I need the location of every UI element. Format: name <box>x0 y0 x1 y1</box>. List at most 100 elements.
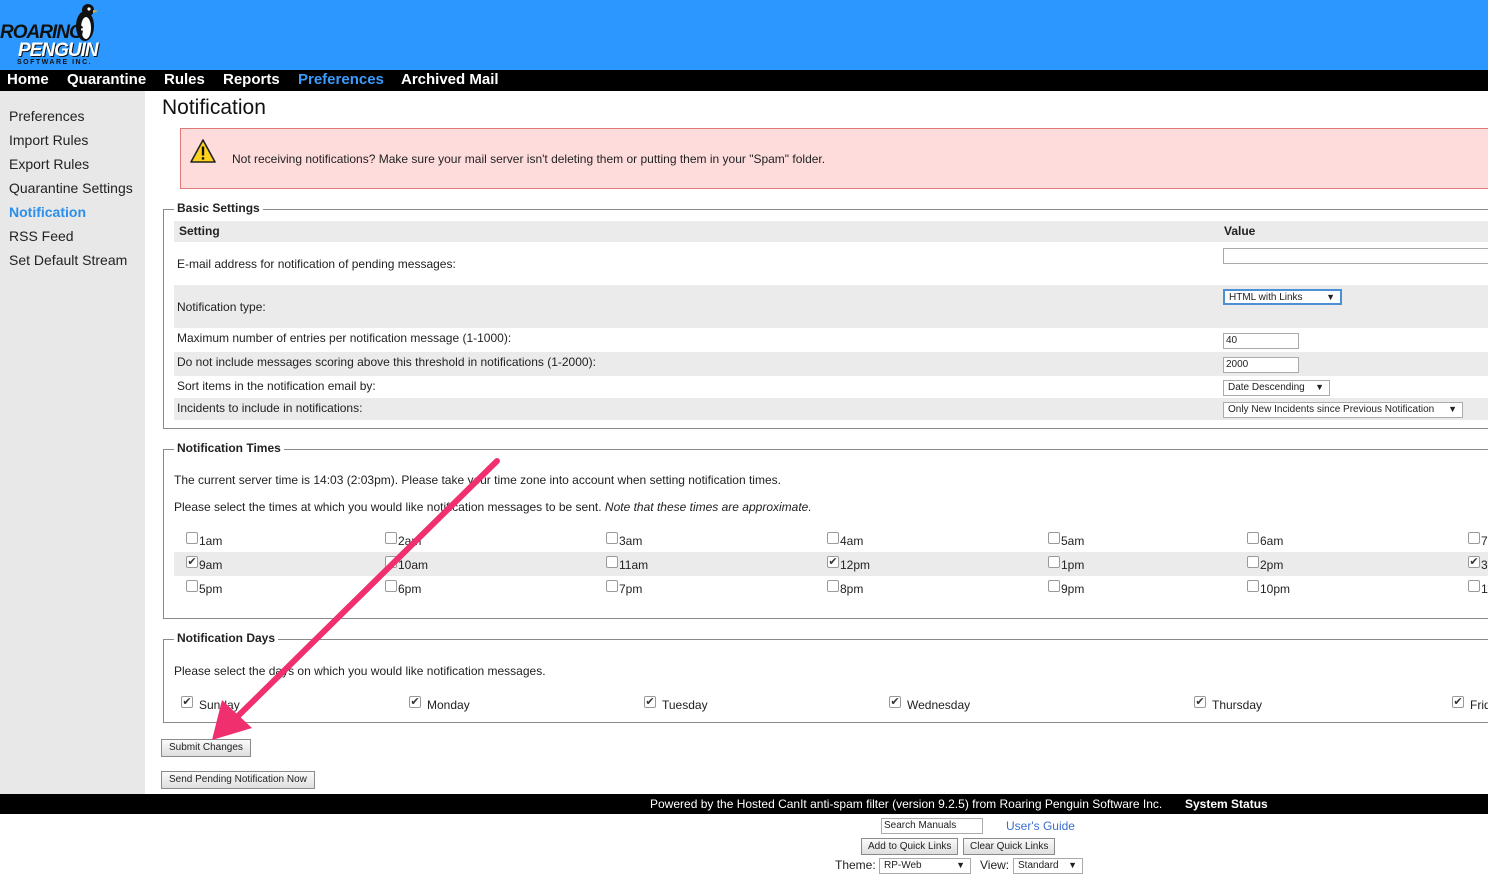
time-checkbox-label: 5am <box>1061 534 1085 548</box>
setting-row-email: E-mail address for notification of pendi… <box>174 242 1488 285</box>
sidebar-item-rss-feed[interactable]: RSS Feed <box>9 228 74 244</box>
send-pending-notification-button[interactable]: Send Pending Notification Now <box>161 771 315 789</box>
times-instruction-note: Note that these times are approximate. <box>604 500 812 514</box>
nav-reports[interactable]: Reports <box>223 71 280 88</box>
time-checkbox[interactable] <box>1247 532 1259 544</box>
time-checkbox[interactable] <box>1468 532 1480 544</box>
time-checkbox[interactable] <box>1048 580 1060 592</box>
time-checkbox-label: 9pm <box>1061 582 1085 596</box>
view-select[interactable]: Standard ▼ <box>1013 858 1083 874</box>
time-checkbox[interactable]: ✔ <box>186 556 198 568</box>
nav-home[interactable]: Home <box>7 71 49 88</box>
day-checkbox[interactable]: ✔ <box>889 696 901 708</box>
notification-days-fieldset: Notification Days Please select the days… <box>163 631 1488 723</box>
day-checkbox[interactable]: ✔ <box>181 696 193 708</box>
clear-quick-links-button[interactable]: Clear Quick Links <box>963 838 1056 855</box>
time-checkbox[interactable] <box>186 580 198 592</box>
system-status-link[interactable]: System Status <box>1185 797 1268 811</box>
time-checkbox-label: 8pm <box>840 582 864 596</box>
notification-days-legend: Notification Days <box>174 631 279 645</box>
notification-type-value: HTML with Links <box>1229 292 1303 303</box>
time-checkbox-label: 4am <box>840 534 864 548</box>
time-checkbox[interactable] <box>827 580 839 592</box>
theme-label: Theme: <box>835 858 876 872</box>
time-checkbox[interactable] <box>385 580 397 592</box>
view-label: View: <box>980 858 1010 872</box>
search-manuals-input[interactable]: Search Manuals <box>881 818 983 834</box>
column-header-value: Value <box>1224 224 1256 238</box>
time-checkbox-label: 11pm <box>1481 582 1488 596</box>
day-checkbox[interactable]: ✔ <box>1194 696 1206 708</box>
incidents-select[interactable]: Only New Incidents since Previous Notifi… <box>1223 402 1463 418</box>
sidebar-item-set-default-stream[interactable]: Set Default Stream <box>9 252 127 268</box>
sidebar: Preferences Import Rules Export Rules Qu… <box>0 91 145 794</box>
day-checkbox-label: Wednesday <box>907 698 971 712</box>
time-checkbox[interactable] <box>1048 556 1060 568</box>
setting-row-incidents: Incidents to include in notifications: O… <box>174 398 1488 420</box>
time-checkbox-label: 7am <box>1481 534 1488 548</box>
time-checkbox-label: 2am <box>398 534 422 548</box>
setting-row-sort: Sort items in the notification email by:… <box>174 376 1488 398</box>
dropdown-arrow-icon: ▼ <box>956 860 965 870</box>
email-label: E-mail address for notification of pendi… <box>177 257 456 271</box>
dropdown-arrow-icon: ▼ <box>1448 404 1457 414</box>
column-header-setting: Setting <box>179 224 220 238</box>
time-checkbox[interactable] <box>385 532 397 544</box>
setting-row-max-entries: Maximum number of entries per notificati… <box>174 328 1488 352</box>
nav-preferences[interactable]: Preferences <box>298 71 384 88</box>
day-checkbox-label: Monday <box>427 698 470 712</box>
sort-label: Sort items in the notification email by: <box>177 379 376 393</box>
day-checkbox-label: Thursday <box>1212 698 1263 712</box>
day-checkbox[interactable]: ✔ <box>409 696 421 708</box>
time-checkbox[interactable] <box>1468 580 1480 592</box>
notification-times-legend: Notification Times <box>174 441 284 455</box>
sidebar-item-export-rules[interactable]: Export Rules <box>9 156 89 172</box>
time-checkbox[interactable] <box>827 532 839 544</box>
time-checkbox[interactable] <box>606 532 618 544</box>
top-navigation: Home Quarantine Rules Reports Preference… <box>0 70 1488 91</box>
basic-settings-legend: Basic Settings <box>174 201 263 215</box>
sort-select[interactable]: Date Descending ▼ <box>1223 380 1330 396</box>
notification-type-select[interactable]: HTML with Links ▼ <box>1223 289 1342 305</box>
company-logo[interactable]: ROARING PENGUIN SOFTWARE INC. <box>0 2 110 68</box>
warning-message: Not receiving notifications? Make sure y… <box>232 152 826 166</box>
time-checkbox[interactable] <box>1247 556 1259 568</box>
server-time-text: The current server time is 14:03 (2:03pm… <box>174 473 781 487</box>
time-checkbox[interactable] <box>186 532 198 544</box>
time-checkbox-label: 3am <box>619 534 643 548</box>
sort-value: Date Descending <box>1228 382 1305 393</box>
sidebar-item-quarantine-settings[interactable]: Quarantine Settings <box>9 180 133 196</box>
times-instruction: Please select the times at which you wou… <box>174 500 812 514</box>
threshold-input[interactable]: 2000 <box>1223 357 1299 373</box>
theme-select[interactable]: RP-Web ▼ <box>879 858 971 874</box>
nav-rules[interactable]: Rules <box>164 71 205 88</box>
threshold-label: Do not include messages scoring above th… <box>177 355 596 369</box>
day-checkbox[interactable]: ✔ <box>1452 696 1464 708</box>
incidents-label: Incidents to include in notifications: <box>177 401 363 415</box>
max-entries-input[interactable]: 40 <box>1223 333 1299 349</box>
sidebar-item-preferences[interactable]: Preferences <box>9 108 84 124</box>
nav-quarantine[interactable]: Quarantine <box>67 71 146 88</box>
time-checkbox-label: 3pm <box>1481 558 1488 572</box>
basic-settings-fieldset: Basic Settings Setting Value E-mail addr… <box>163 201 1488 429</box>
nav-archived-mail[interactable]: Archived Mail <box>401 71 499 88</box>
submit-changes-button[interactable]: Submit Changes <box>161 739 251 757</box>
header-banner: ROARING PENGUIN SOFTWARE INC. <box>0 0 1488 70</box>
add-quick-links-button[interactable]: Add to Quick Links <box>861 838 959 855</box>
time-checkbox[interactable] <box>606 556 618 568</box>
email-field[interactable] <box>1223 248 1488 264</box>
day-checkbox[interactable]: ✔ <box>644 696 656 708</box>
sidebar-item-notification[interactable]: Notification <box>9 204 86 220</box>
time-checkbox-label: 5pm <box>199 582 223 596</box>
dropdown-arrow-icon: ▼ <box>1068 860 1077 870</box>
time-checkbox[interactable] <box>385 556 397 568</box>
time-checkbox[interactable]: ✔ <box>827 556 839 568</box>
days-instruction: Please select the days on which you woul… <box>174 664 546 678</box>
time-checkbox[interactable] <box>606 580 618 592</box>
powered-by-text: Powered by the Hosted CanIt anti-spam fi… <box>650 797 1163 811</box>
time-checkbox[interactable] <box>1247 580 1259 592</box>
sidebar-item-import-rules[interactable]: Import Rules <box>9 132 88 148</box>
time-checkbox[interactable]: ✔ <box>1468 556 1480 568</box>
time-checkbox[interactable] <box>1048 532 1060 544</box>
users-guide-link[interactable]: User's Guide <box>1006 819 1075 833</box>
